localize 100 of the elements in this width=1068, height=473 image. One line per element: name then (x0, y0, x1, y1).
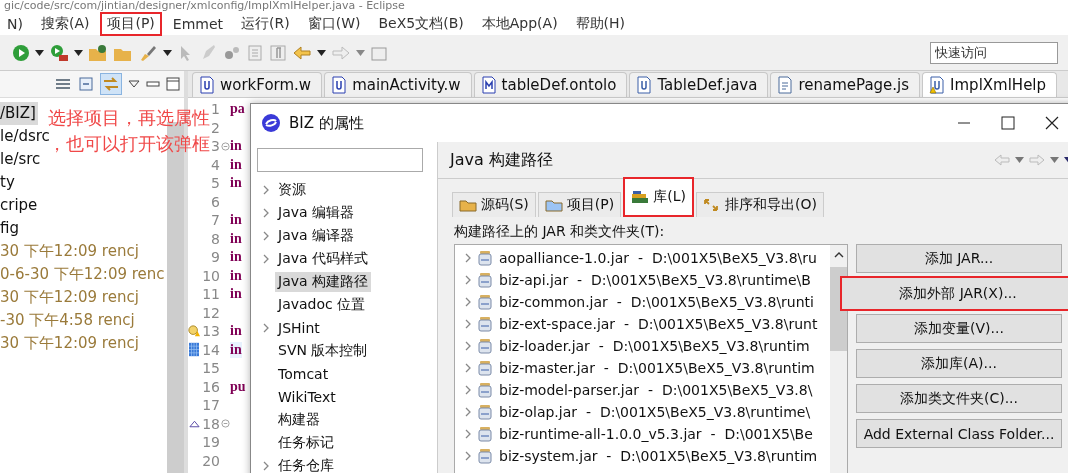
maximize-icon[interactable] (1001, 116, 1015, 130)
nav-item[interactable]: Java 编译器 (275, 225, 358, 246)
dropdown-icon[interactable] (317, 49, 326, 56)
expand-icon[interactable] (465, 451, 471, 461)
editor-tab[interactable]: mainActivity.w (324, 72, 472, 97)
run-icon[interactable] (12, 43, 30, 62)
tree-item[interactable]: /BIZ] (0, 102, 38, 125)
tree-item[interactable]: -30 下午4:58 rencj (0, 309, 137, 332)
nav-item[interactable]: JSHint (275, 318, 323, 337)
nav-item[interactable]: 资源 (275, 179, 309, 200)
jar-entry[interactable]: biz-system.jar - D:\001X5\BeX5_V3.8\runtim (499, 448, 818, 464)
nav-item[interactable]: SVN 版本控制 (275, 340, 371, 361)
nav-item[interactable]: 任务标记 (275, 432, 337, 453)
nav-item[interactable]: Javadoc 位置 (275, 294, 369, 315)
quick-access-field[interactable]: 快速访问 (930, 41, 1058, 64)
jar-entry[interactable]: biz-model-parser.jar - D:\001X5\BeX5_V3.8\ (499, 382, 813, 398)
action-button[interactable]: Add External Class Folder... (856, 419, 1062, 448)
menu-item[interactable]: Emmet (165, 12, 231, 35)
expand-icon[interactable] (465, 319, 471, 329)
menu-item[interactable]: 本地App(A) (474, 11, 565, 36)
menu-item[interactable]: 窗口(W) (300, 11, 368, 36)
scroll-up-icon[interactable] (833, 251, 844, 259)
expand-icon[interactable] (263, 253, 269, 264)
tab[interactable]: 源码(S) (452, 192, 536, 217)
expand-icon[interactable] (263, 230, 269, 241)
jar-entry[interactable]: biz-loader.jar - D:\001X5\BeX5_V3.8\runtim (499, 338, 810, 354)
action-button[interactable]: 添加库(A)... (856, 349, 1062, 378)
minimize-icon[interactable] (146, 80, 160, 88)
jar-entry[interactable]: biz-olap.jar - D:\001X5\BeX5_V3.8\runtime\ (499, 404, 811, 420)
view-menu-icon[interactable] (128, 80, 140, 88)
close-icon[interactable] (1045, 116, 1059, 130)
action-button[interactable]: 添加 JAR... (856, 244, 1062, 273)
nav-item[interactable]: Java 代码样式 (275, 248, 372, 269)
expand-icon[interactable] (263, 460, 269, 471)
code-text: in (230, 138, 242, 155)
fold-icon[interactable] (220, 419, 230, 429)
expand-icon[interactable] (263, 207, 269, 218)
expand-icon[interactable] (465, 407, 471, 417)
action-button[interactable]: 添加变量(V)... (856, 314, 1062, 343)
editor-tab[interactable]: ImplXmlHelp (922, 72, 1058, 97)
expand-icon[interactable] (263, 184, 269, 195)
tree-item[interactable]: 0-6-30 下午12:09 renc (0, 263, 167, 286)
editor-tab[interactable]: workForm.w (192, 72, 323, 97)
dropdown-icon[interactable] (74, 49, 83, 56)
brush-icon[interactable] (138, 43, 158, 62)
jar-entry[interactable]: biz-common.jar - D:\001X5\BeX5_V3.8\runti (499, 294, 814, 310)
expand-icon[interactable] (465, 253, 471, 263)
tree-item[interactable]: 30 下午12:09 rencj (0, 286, 141, 309)
action-button[interactable]: 添加类文件夹(C)... (856, 384, 1062, 413)
line-number: 10 (201, 267, 220, 284)
tree-item[interactable]: le/src (0, 148, 43, 171)
expand-icon[interactable] (465, 297, 471, 307)
tab[interactable]: 库(L) (623, 177, 694, 217)
expand-icon[interactable] (465, 363, 471, 373)
folder-icon[interactable] (88, 43, 108, 62)
editor-tab[interactable]: TableDef.java (629, 72, 769, 97)
nav-item[interactable]: WikiText (275, 387, 339, 406)
expand-icon[interactable] (465, 385, 471, 395)
tree-item[interactable]: 30 下午12:09 rencj (0, 240, 141, 263)
menu-item[interactable]: 帮助(H) (568, 11, 633, 36)
nav-item[interactable]: Java 编辑器 (275, 202, 358, 223)
jar-entry[interactable]: biz-ext-space.jar - D:\001X5\BeX5_V3.8\runt (499, 316, 818, 332)
code-text: in (230, 212, 242, 229)
nav-item[interactable]: 任务仓库 (275, 455, 337, 473)
tab[interactable]: 项目(P) (537, 192, 622, 217)
expand-icon[interactable] (465, 341, 471, 351)
jar-entry[interactable]: biz-master.jar - D:\001X5\BeX5_V3.8\runtim (499, 360, 815, 376)
nav-item[interactable]: 构建器 (275, 409, 323, 430)
menu-item[interactable]: N) (0, 12, 30, 35)
menu-item[interactable]: 搜索(A) (33, 11, 97, 36)
collapse-all-icon[interactable] (78, 76, 94, 92)
jar-entry[interactable]: aopalliance-1.0.jar - D:\001X5\BeX5_V3.8\ru (499, 250, 817, 266)
jar-entry[interactable]: biz-api.jar - D:\001X5\BeX5_V3.8\runtime\B (499, 272, 811, 288)
tree-item[interactable]: ty (0, 171, 17, 194)
expand-icon[interactable] (263, 322, 269, 333)
menu-item[interactable]: BeX5文档(B) (371, 11, 471, 36)
editor-tab[interactable]: renamePage.js (770, 72, 921, 97)
menu-item[interactable]: 运行(R) (234, 11, 297, 36)
jar-entry[interactable]: biz-runtime-all-1.0.0_v5.3.jar - D:\001X5\Be (499, 426, 813, 442)
link-editor-icon[interactable] (100, 73, 122, 95)
collapse-icon[interactable] (54, 76, 72, 92)
tree-item[interactable]: cripe (0, 194, 40, 217)
action-button[interactable]: 添加外部 JAR(X)... (840, 276, 1068, 311)
expand-icon[interactable] (465, 275, 471, 285)
tree-item[interactable]: fig (0, 217, 21, 240)
editor-tab[interactable]: tableDef.ontolo (473, 72, 628, 97)
dropdown-icon[interactable] (163, 49, 172, 56)
nav-item[interactable]: Tomcat (275, 364, 332, 383)
nav-item[interactable]: Java 构建路径 (275, 271, 372, 292)
filter-field[interactable] (257, 148, 423, 172)
paragraph-icon[interactable] (269, 43, 287, 62)
menu-item[interactable]: 项目(P) (100, 11, 162, 36)
back-arrow-icon[interactable] (292, 43, 312, 62)
expand-icon[interactable] (465, 429, 471, 439)
fold-icon[interactable] (220, 141, 230, 151)
dropdown-icon[interactable] (35, 49, 44, 56)
tree-item[interactable]: 30 下午12:09 rencj (0, 332, 141, 355)
run-tool-icon[interactable] (49, 43, 69, 62)
maximize-icon[interactable] (166, 77, 180, 91)
tab[interactable]: 排序和导出(O) (695, 192, 824, 217)
